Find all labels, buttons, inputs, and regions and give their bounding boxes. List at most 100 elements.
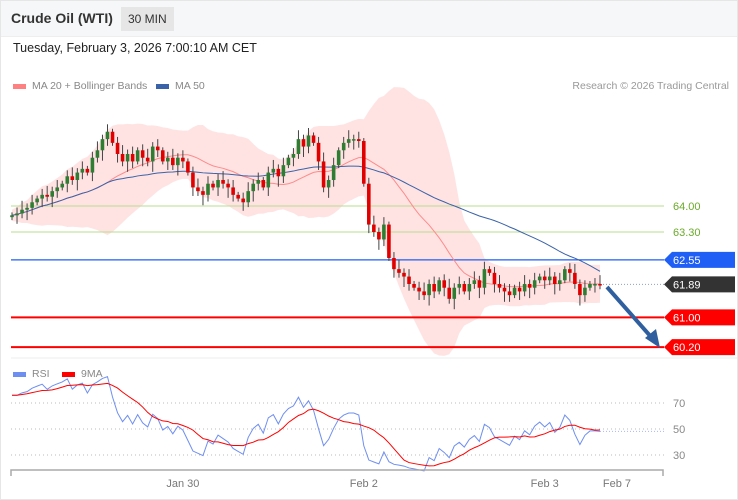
candle bbox=[316, 142, 321, 162]
candle bbox=[497, 283, 502, 288]
candle bbox=[583, 287, 587, 296]
bollinger-band bbox=[12, 87, 600, 356]
candle bbox=[45, 194, 49, 197]
candle bbox=[40, 194, 44, 199]
candle bbox=[452, 287, 457, 299]
candle bbox=[226, 183, 230, 188]
candle bbox=[125, 154, 130, 162]
candle bbox=[306, 135, 311, 147]
candle bbox=[201, 191, 205, 195]
candle bbox=[372, 224, 376, 232]
candle bbox=[236, 194, 240, 199]
candle bbox=[361, 141, 366, 184]
candle bbox=[573, 272, 577, 284]
level-label: 64.00 bbox=[673, 201, 701, 213]
candle bbox=[301, 139, 306, 147]
candle bbox=[286, 157, 291, 166]
candle bbox=[487, 269, 492, 273]
candle bbox=[145, 157, 150, 162]
candle bbox=[15, 213, 19, 216]
rsi-ma9-line bbox=[12, 382, 601, 467]
candle bbox=[512, 287, 517, 296]
candle bbox=[196, 187, 200, 192]
candle bbox=[356, 139, 361, 142]
candle bbox=[407, 276, 411, 284]
candle bbox=[422, 291, 426, 296]
candle bbox=[291, 154, 296, 158]
candle bbox=[522, 283, 527, 292]
candle bbox=[216, 180, 220, 188]
candle bbox=[568, 269, 572, 273]
candle bbox=[311, 135, 316, 143]
candle bbox=[165, 157, 170, 162]
candle bbox=[432, 283, 436, 292]
candle bbox=[35, 198, 39, 203]
x-tick-label: Jan 30 bbox=[166, 478, 199, 490]
candle bbox=[221, 180, 225, 184]
price-chart[interactable]: 64.00 63.30 62.55 61.89 61.00 60.20 70 50 30 Jan … bbox=[0, 0, 738, 500]
candle bbox=[593, 283, 597, 286]
level-label: 61.89 bbox=[673, 279, 701, 291]
candle bbox=[462, 283, 467, 292]
candle bbox=[155, 146, 160, 151]
level-label: 63.30 bbox=[673, 227, 701, 239]
candle bbox=[241, 198, 245, 203]
candle bbox=[150, 146, 155, 162]
x-axis bbox=[10, 469, 664, 476]
candle bbox=[427, 283, 431, 296]
candle bbox=[477, 280, 482, 288]
candle bbox=[367, 183, 371, 225]
candle bbox=[412, 283, 416, 288]
candle bbox=[537, 276, 542, 281]
candle bbox=[517, 287, 522, 292]
level-label: 60.20 bbox=[673, 342, 701, 354]
candle bbox=[90, 157, 95, 173]
x-tick-label: Feb 2 bbox=[350, 478, 378, 490]
candle bbox=[50, 191, 55, 197]
candle bbox=[382, 224, 386, 240]
candle bbox=[417, 287, 421, 292]
candle bbox=[588, 283, 592, 288]
candle bbox=[171, 157, 175, 166]
level-label: 62.55 bbox=[673, 255, 701, 267]
candle bbox=[557, 280, 562, 284]
candle bbox=[246, 191, 251, 203]
candle bbox=[281, 165, 286, 177]
candle bbox=[341, 142, 346, 151]
candle bbox=[447, 287, 452, 299]
candle bbox=[397, 269, 401, 273]
candle bbox=[532, 280, 537, 288]
candle bbox=[321, 161, 326, 188]
rsi-level-label: 70 bbox=[673, 398, 685, 410]
candle bbox=[392, 257, 396, 270]
rsi-level-label: 50 bbox=[673, 424, 685, 436]
candle bbox=[181, 157, 185, 162]
candle bbox=[331, 165, 336, 181]
candle bbox=[437, 280, 441, 292]
candle bbox=[186, 161, 190, 173]
candle bbox=[70, 176, 75, 181]
candle bbox=[251, 183, 256, 192]
candle bbox=[387, 224, 391, 258]
candle bbox=[135, 150, 140, 162]
candle bbox=[105, 131, 110, 140]
candle bbox=[271, 168, 276, 173]
candle bbox=[502, 287, 507, 292]
candle bbox=[65, 176, 70, 184]
candle bbox=[527, 283, 532, 288]
candle bbox=[176, 157, 180, 166]
forecast-arrow bbox=[605, 285, 654, 340]
x-tick-label: Feb 7 bbox=[603, 478, 631, 490]
candle bbox=[598, 283, 602, 286]
rsi-level-label: 30 bbox=[673, 450, 685, 462]
candle bbox=[346, 139, 351, 143]
candle bbox=[10, 215, 14, 218]
candle bbox=[256, 180, 261, 184]
candle bbox=[547, 276, 552, 281]
candle bbox=[95, 150, 100, 158]
candle bbox=[211, 183, 215, 188]
candle bbox=[100, 139, 105, 151]
candle bbox=[55, 187, 60, 192]
candle bbox=[351, 139, 356, 141]
candle bbox=[492, 272, 497, 284]
